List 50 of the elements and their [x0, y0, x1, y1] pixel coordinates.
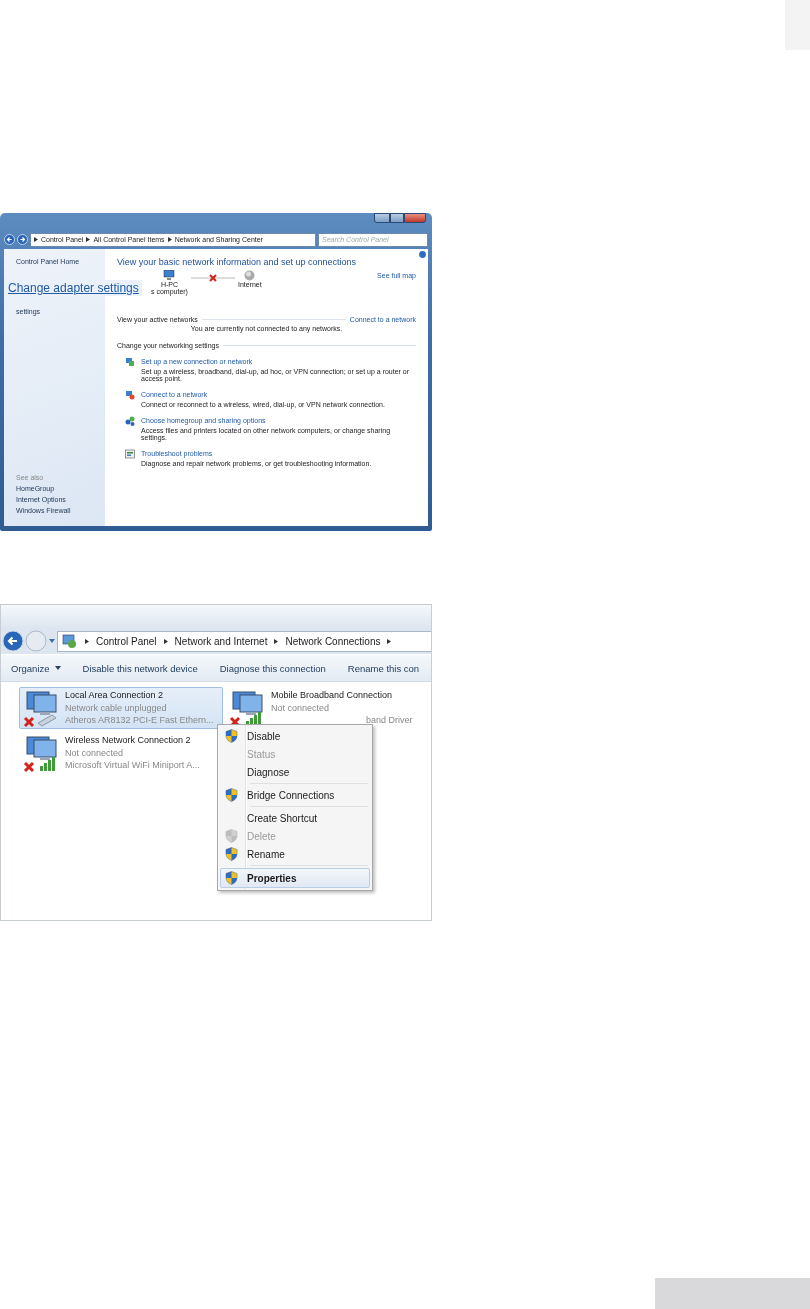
shield-icon: [225, 829, 238, 843]
troubleshoot-icon: [125, 449, 135, 459]
breadcrumb-arrow-icon: [34, 237, 38, 242]
menu-item[interactable]: Create Shortcut: [220, 809, 370, 827]
shield-icon: [225, 729, 238, 743]
breadcrumb-arrow-icon: [86, 237, 91, 242]
connection-status: Not connected: [271, 701, 331, 714]
caret-icon: [54, 666, 61, 670]
homegroup-icon: [125, 416, 135, 426]
breadcrumb-arrow-icon: [387, 638, 392, 644]
connection-status: Not connected: [65, 746, 125, 759]
page-heading: View your basic network information and set up connections: [117, 257, 357, 267]
breadcrumb-arrow-icon: [85, 638, 89, 644]
breadcrumb-arrow-icon: [167, 237, 172, 242]
shield-icon: [225, 847, 238, 861]
shield-icon: [225, 871, 238, 885]
connection-name: Local Area Connection 2: [65, 689, 165, 702]
connection-status: Network cable unplugged: [65, 701, 168, 714]
toolbar-button[interactable]: Diagnose this connection: [211, 657, 334, 679]
connection-item[interactable]: Local Area Connection 2 Network cable unplugged Atheros AR8132 PCI-E Fast Ethern...: [19, 687, 223, 729]
address-bar[interactable]: Control Panel Network and Internet Network Connections: [57, 630, 431, 652]
toolbar-button[interactable]: Disable this network device: [74, 657, 206, 679]
connection-name: Wireless Network Connection 2: [65, 734, 192, 747]
back-icon[interactable]: [4, 234, 15, 245]
connection-name: Mobile Broadband Connection: [271, 689, 394, 702]
toolbar-button[interactable]: Rename this con: [339, 657, 428, 679]
menu-item[interactable]: Properties: [220, 868, 370, 888]
network-connect-icon: [125, 390, 135, 400]
breadcrumb[interactable]: Network Connections: [285, 635, 381, 647]
shield-icon: [225, 788, 238, 802]
network-folder-icon: [62, 633, 78, 649]
maximize-button[interactable]: [390, 213, 404, 223]
close-button[interactable]: [404, 213, 426, 223]
network-setup-icon: [125, 357, 135, 367]
breadcrumb[interactable]: Control Panel: [96, 635, 157, 647]
breadcrumb[interactable]: Network and Internet: [174, 635, 268, 647]
back-icon[interactable]: [2, 630, 24, 652]
globe-icon: [244, 270, 256, 281]
computer-icon: [163, 270, 176, 281]
breadcrumb-arrow-icon: [274, 638, 279, 644]
breadcrumb-arrow-icon: [163, 638, 168, 644]
caret-icon[interactable]: [48, 637, 56, 645]
change-adapter-settings-link[interactable]: Change adapter settings: [5, 280, 142, 296]
connection-device: band Driver: [365, 714, 413, 727]
toolbar-button[interactable]: Organize: [1, 657, 69, 679]
menu-item[interactable]: Rename: [220, 845, 370, 863]
menu-item[interactable]: Bridge Connections: [220, 786, 370, 804]
minimize-button[interactable]: [374, 213, 390, 223]
connection-device: Atheros AR8132 PCI-E Fast Ethern...: [65, 714, 214, 727]
connection-device: Microsoft Virtual WiFi Miniport A...: [65, 759, 200, 772]
